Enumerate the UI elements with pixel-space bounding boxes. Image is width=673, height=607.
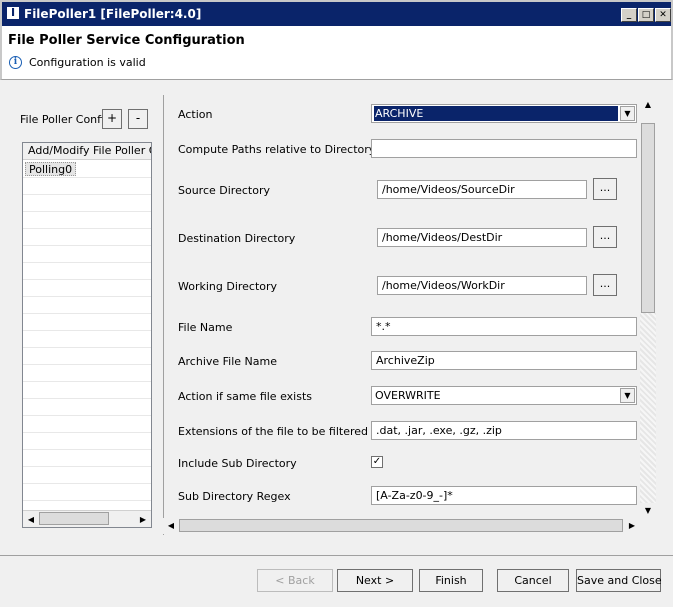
poller-list-label: File Poller Confi (20, 113, 105, 126)
scroll-left-icon[interactable]: ◀ (163, 518, 179, 533)
app-icon: I (6, 6, 20, 20)
subdir-regex-label: Sub Directory Regex (178, 490, 291, 503)
form-horizontal-scrollbar[interactable]: ◀ ▶ (163, 518, 640, 534)
include-subdir-checkbox[interactable]: ✓ (371, 456, 383, 468)
status-message: Configuration is valid (29, 56, 146, 69)
destination-directory-input[interactable]: /home/Videos/DestDir (377, 228, 587, 247)
include-subdir-label: Include Sub Directory (178, 457, 297, 470)
info-icon: i (9, 56, 22, 69)
back-button[interactable]: < Back (257, 569, 333, 592)
maximize-icon[interactable]: □ (638, 8, 654, 22)
scroll-track[interactable] (640, 313, 656, 503)
compute-paths-input[interactable] (371, 139, 637, 158)
scroll-left-icon[interactable]: ◀ (23, 512, 39, 527)
title-bar[interactable]: I FilePoller1 [FilePoller:4.0] _ □ ✕ (0, 0, 673, 26)
same-file-action-select[interactable]: OVERWRITE ▼ (371, 386, 637, 405)
scroll-right-icon[interactable]: ▶ (624, 518, 640, 533)
scroll-down-icon[interactable]: ▼ (640, 503, 656, 518)
action-select[interactable]: ARCHIVE ▼ (371, 104, 637, 123)
header-panel: File Poller Service Configuration i Conf… (0, 26, 673, 80)
extensions-input[interactable]: .dat, .jar, .exe, .gz, .zip (371, 421, 637, 440)
list-column-header[interactable]: Add/Modify File Poller Con (23, 143, 151, 160)
add-button[interactable]: + (102, 109, 122, 129)
source-directory-input[interactable]: /home/Videos/SourceDir (377, 180, 587, 199)
compute-paths-label: Compute Paths relative to Directory (178, 143, 376, 156)
chevron-down-icon[interactable]: ▼ (620, 106, 635, 121)
page-title: File Poller Service Configuration (8, 33, 245, 48)
cancel-button[interactable]: Cancel (497, 569, 569, 592)
window-title: FilePoller1 [FilePoller:4.0] (24, 7, 202, 21)
archive-file-name-input[interactable]: ArchiveZip (371, 351, 637, 370)
archive-file-name-label: Archive File Name (178, 355, 278, 368)
scroll-thumb[interactable] (179, 519, 623, 532)
scroll-thumb[interactable] (39, 512, 109, 525)
file-name-label: File Name (178, 321, 233, 334)
next-button[interactable]: Next > (337, 569, 413, 592)
destination-browse-button[interactable]: ... (593, 226, 617, 248)
scroll-right-icon[interactable]: ▶ (135, 512, 151, 527)
same-file-action-value[interactable]: OVERWRITE (374, 388, 618, 403)
scroll-up-icon[interactable]: ▲ (640, 97, 656, 112)
working-browse-button[interactable]: ... (593, 274, 617, 296)
extensions-label: Extensions of the file to be filtered (178, 425, 369, 438)
list-horizontal-scrollbar[interactable]: ◀ ▶ (23, 510, 151, 527)
source-browse-button[interactable]: ... (593, 178, 617, 200)
chevron-down-icon[interactable]: ▼ (620, 388, 635, 403)
action-select-value[interactable]: ARCHIVE (374, 106, 618, 121)
working-directory-input[interactable]: /home/Videos/WorkDir (377, 276, 587, 295)
list-item-label[interactable]: Polling0 (25, 162, 77, 176)
poller-list[interactable]: Add/Modify File Poller Con Polling0 ◀ ▶ (22, 142, 152, 528)
action-label: Action (178, 108, 213, 121)
finish-button[interactable]: Finish (419, 569, 483, 592)
save-and-close-button[interactable]: Save and Close (576, 569, 662, 592)
file-name-input[interactable]: *.* (371, 317, 637, 336)
working-directory-label: Working Directory (178, 280, 278, 293)
scroll-thumb[interactable] (641, 123, 655, 313)
panel-divider[interactable] (163, 95, 164, 535)
form-vertical-scrollbar[interactable]: ▲ ▼ (640, 97, 656, 519)
button-bar-separator (0, 555, 673, 556)
destination-directory-label: Destination Directory (178, 232, 296, 245)
same-file-action-label: Action if same file exists (178, 390, 312, 403)
subdir-regex-input[interactable]: [A-Za-z0-9_-]* (371, 486, 637, 505)
source-directory-label: Source Directory (178, 184, 270, 197)
list-item[interactable]: Polling0 (23, 161, 151, 178)
remove-button[interactable]: - (128, 109, 148, 129)
close-icon[interactable]: ✕ (655, 8, 671, 22)
minimize-icon[interactable]: _ (621, 8, 637, 22)
